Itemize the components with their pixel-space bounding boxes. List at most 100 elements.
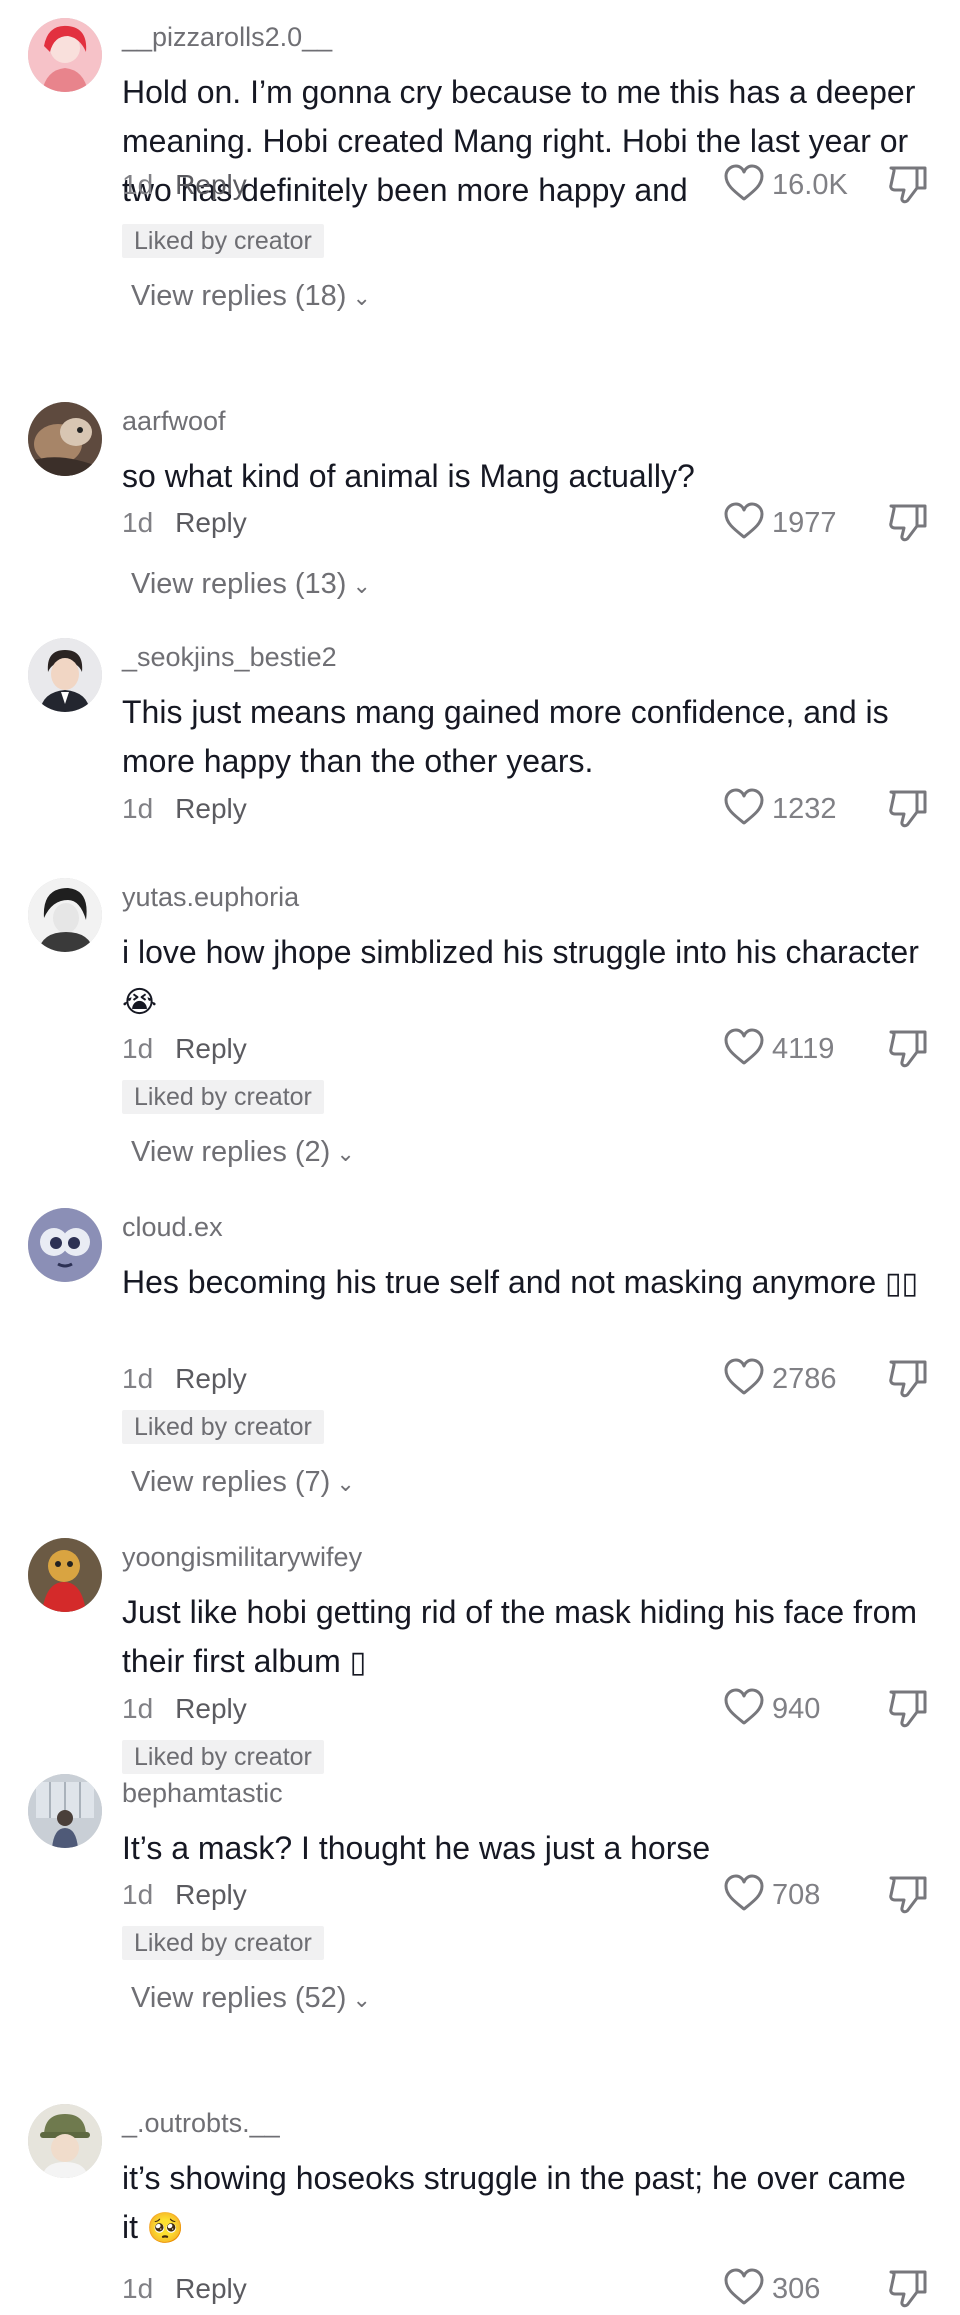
reply-button[interactable]: Reply	[175, 169, 247, 200]
chevron-down-icon: ⌄	[352, 573, 371, 598]
like-button[interactable]: 1977	[722, 500, 872, 546]
comment-meta: 1d Reply	[122, 168, 247, 202]
reply-button[interactable]: Reply	[175, 1693, 247, 1724]
dislike-button[interactable]	[886, 1356, 930, 1400]
reply-button[interactable]: Reply	[175, 1879, 247, 1910]
comment-meta: 1d Reply	[122, 1692, 247, 1726]
thumbs-down-icon	[886, 1872, 930, 1916]
like-button[interactable]: 708	[722, 1872, 872, 1918]
comment-meta: 1d Reply	[122, 792, 247, 826]
dislike-button[interactable]	[886, 500, 930, 544]
comment-text: i love how jhope simblized his struggle …	[122, 928, 922, 1027]
view-replies-button[interactable]: View replies (52) ⌄	[131, 1980, 371, 2018]
like-count: 708	[772, 1878, 821, 1911]
dislike-button[interactable]	[886, 162, 930, 206]
liked-by-creator-badge: Liked by creator	[122, 224, 324, 258]
avatar[interactable]	[28, 402, 102, 476]
comment-text-body: This just means mang gained more confide…	[122, 694, 889, 779]
view-replies-button[interactable]: View replies (2) ⌄	[131, 1134, 355, 1172]
reply-button[interactable]: Reply	[175, 2273, 247, 2304]
avatar[interactable]	[28, 1774, 102, 1848]
thumbs-down-icon	[886, 1356, 930, 1400]
username[interactable]: yoongismilitarywifey	[122, 1540, 362, 1574]
comment-meta: 1d Reply	[122, 1362, 247, 1396]
like-count: 2786	[772, 1362, 837, 1395]
view-replies-button[interactable]: View replies (13) ⌄	[131, 566, 371, 604]
comment-text: Hes becoming his true self and not maski…	[122, 1258, 922, 1308]
view-replies-label: View replies (2)	[131, 1136, 331, 1168]
heart-outline-icon	[722, 1687, 766, 1732]
comment-text-body: i love how jhope simblized his struggle …	[122, 934, 919, 970]
chevron-down-icon: ⌄	[336, 1141, 355, 1166]
like-button[interactable]: 4119	[722, 1026, 872, 1072]
comment-time: 1d	[122, 1879, 154, 1910]
emoji: ▯▯	[885, 1266, 919, 1301]
avatar[interactable]	[28, 878, 102, 952]
comment-text: so what kind of animal is Mang actually?	[122, 452, 922, 501]
username[interactable]: __pizzarolls2.0__	[122, 20, 332, 54]
like-count: 1977	[772, 506, 837, 539]
view-replies-label: View replies (7)	[131, 1466, 331, 1498]
username[interactable]: _.outrobts.__	[122, 2106, 280, 2140]
comment-time: 1d	[122, 507, 154, 538]
dislike-button[interactable]	[886, 2266, 930, 2310]
like-button[interactable]: 1232	[722, 786, 872, 832]
like-button[interactable]: 16.0K	[722, 162, 872, 208]
comment-text-body: so what kind of animal is Mang actually?	[122, 458, 695, 494]
like-button[interactable]: 940	[722, 1686, 872, 1732]
username[interactable]: _seokjins_bestie2	[122, 640, 337, 674]
comment-time: 1d	[122, 1363, 154, 1394]
heart-outline-icon	[722, 1357, 766, 1402]
thumbs-down-icon	[886, 1686, 930, 1730]
view-replies-button[interactable]: View replies (7) ⌄	[131, 1464, 355, 1502]
heart-outline-icon	[722, 787, 766, 832]
avatar[interactable]	[28, 1208, 102, 1282]
view-replies-button[interactable]: View replies (18) ⌄	[131, 278, 371, 316]
chevron-down-icon: ⌄	[352, 285, 371, 310]
chevron-down-icon: ⌄	[352, 1987, 371, 2012]
comment-text: Just like hobi getting rid of the mask h…	[122, 1588, 922, 1687]
reply-button[interactable]: Reply	[175, 1033, 247, 1064]
comment-meta: 1d Reply	[122, 1032, 247, 1066]
thumbs-down-icon	[886, 2266, 930, 2310]
comment-text-body: it’s showing hoseoks struggle in the pas…	[122, 2160, 906, 2245]
dislike-button[interactable]	[886, 1686, 930, 1730]
reply-button[interactable]: Reply	[175, 507, 247, 538]
dislike-button[interactable]	[886, 786, 930, 830]
like-count: 4119	[772, 1032, 835, 1065]
liked-by-creator-badge: Liked by creator	[122, 1410, 324, 1444]
emoji: 🥺	[146, 2211, 185, 2246]
comment-text: it’s showing hoseoks struggle in the pas…	[122, 2154, 922, 2253]
thumbs-down-icon	[886, 786, 930, 830]
comment-meta: 1d Reply	[122, 506, 247, 540]
like-button[interactable]: 306	[722, 2266, 872, 2312]
avatar[interactable]	[28, 18, 102, 92]
reply-button[interactable]: Reply	[175, 1363, 247, 1394]
avatar[interactable]	[28, 2104, 102, 2178]
heart-outline-icon	[722, 2267, 766, 2312]
username[interactable]: aarfwoof	[122, 404, 226, 438]
comment-time: 1d	[122, 1693, 154, 1724]
like-count: 1232	[772, 792, 837, 825]
comment-time: 1d	[122, 1033, 154, 1064]
username[interactable]: cloud.ex	[122, 1210, 223, 1244]
chevron-down-icon: ⌄	[336, 1471, 355, 1496]
liked-by-creator-badge: Liked by creator	[122, 1080, 324, 1114]
thumbs-down-icon	[886, 1026, 930, 1070]
reply-button[interactable]: Reply	[175, 793, 247, 824]
avatar[interactable]	[28, 638, 102, 712]
heart-outline-icon	[722, 163, 766, 208]
username[interactable]: yutas.euphoria	[122, 880, 299, 914]
dislike-button[interactable]	[886, 1026, 930, 1070]
like-count: 306	[772, 2272, 821, 2305]
thumbs-down-icon	[886, 162, 930, 206]
comment-meta: 1d Reply	[122, 2272, 247, 2306]
like-button[interactable]: 2786	[722, 1356, 872, 1402]
comment-feed: __pizzarolls2.0__ Hold on. I’m gonna cry…	[0, 0, 960, 2315]
heart-outline-icon	[722, 1027, 766, 1072]
dislike-button[interactable]	[886, 1872, 930, 1916]
username[interactable]: bephamtastic	[122, 1776, 283, 1810]
avatar[interactable]	[28, 1538, 102, 1612]
liked-by-creator-badge: Liked by creator	[122, 1740, 324, 1774]
view-replies-label: View replies (18)	[131, 280, 347, 312]
